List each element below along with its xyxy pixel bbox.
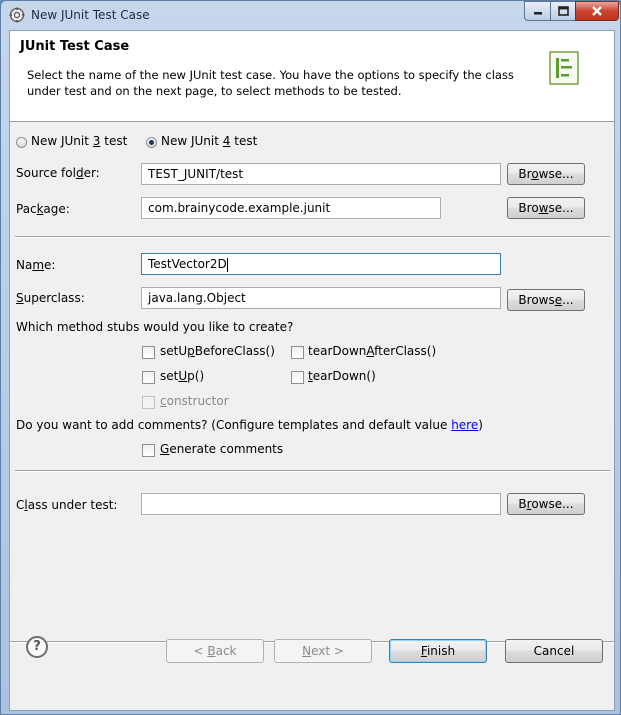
comments-question: Do you want to add comments? (Configure … [16,418,483,432]
package-label: Package: [16,202,70,216]
finish-button[interactable]: Finish [389,639,487,663]
junit-test-case-icon [549,51,579,85]
package-browse-button[interactable]: Browse... [507,197,585,219]
dialog-content: JUnit Test Case Select the name of the n… [9,30,615,711]
setup-checkbox[interactable] [142,371,155,384]
junit4-label[interactable]: New JUnit 4 test [161,134,257,148]
header-banner: JUnit Test Case Select the name of the n… [10,31,614,122]
minimize-icon [533,12,542,15]
next-button[interactable]: Next > [274,639,372,663]
window-title: New JUnit Test Case [31,8,150,22]
title-bar[interactable]: New JUnit Test Case [1,1,620,29]
teardownafterclass-label[interactable]: tearDownAfterClass() [308,344,436,358]
class-under-test-label: Class under test: [16,498,118,512]
stubs-question: Which method stubs would you like to cre… [16,320,294,334]
junit4-radio[interactable] [146,137,157,148]
banner-title: JUnit Test Case [20,39,130,54]
superclass-input[interactable]: java.lang.Object [141,287,501,309]
maximize-button[interactable] [550,1,576,21]
dialog-window: New JUnit Test Case JUnit Test Case Sele… [0,0,621,715]
close-button[interactable] [575,1,619,21]
superclass-browse-button[interactable]: Browse... [507,289,585,311]
source-folder-label: Source folder: [16,166,100,180]
constructor-label[interactable]: constructor [160,394,229,408]
separator [15,470,610,472]
setupbeforeclass-checkbox[interactable] [142,346,155,359]
name-input[interactable]: TestVector2D [141,253,501,275]
minimize-button[interactable] [524,1,551,21]
banner-description: Select the name of the new JUnit test ca… [27,68,514,98]
setupbeforeclass-label[interactable]: setUpBeforeClass() [160,344,275,358]
text-cursor [226,257,228,272]
source-folder-input[interactable]: TEST_JUNIT/test [141,163,501,185]
cancel-button[interactable]: Cancel [505,639,603,663]
name-label: Name: [16,258,56,272]
separator [15,236,610,238]
teardown-checkbox[interactable] [291,371,304,384]
junit3-radio[interactable] [16,137,27,148]
setup-label[interactable]: setUp() [160,369,204,383]
generate-comments-label[interactable]: Generate comments [160,442,283,456]
superclass-label: Superclass: [16,291,85,305]
templates-link[interactable]: here [451,418,478,432]
teardown-label[interactable]: tearDown() [308,369,376,383]
package-input[interactable]: com.brainycode.example.junit [141,197,441,219]
back-button[interactable]: < Back [166,639,264,663]
junit3-label[interactable]: New JUnit 3 test [31,134,127,148]
class-under-test-browse-button[interactable]: Browse... [507,493,585,515]
generate-comments-checkbox[interactable] [142,444,155,457]
maximize-icon [557,6,569,16]
constructor-checkbox[interactable] [142,396,155,409]
close-icon [592,6,602,16]
gear-icon [9,7,25,23]
help-icon[interactable]: ? [26,636,48,658]
radio-selected-dot [149,140,154,145]
source-folder-browse-button[interactable]: Browse... [507,163,585,185]
teardownafterclass-checkbox[interactable] [291,346,304,359]
class-under-test-input[interactable] [141,493,501,515]
